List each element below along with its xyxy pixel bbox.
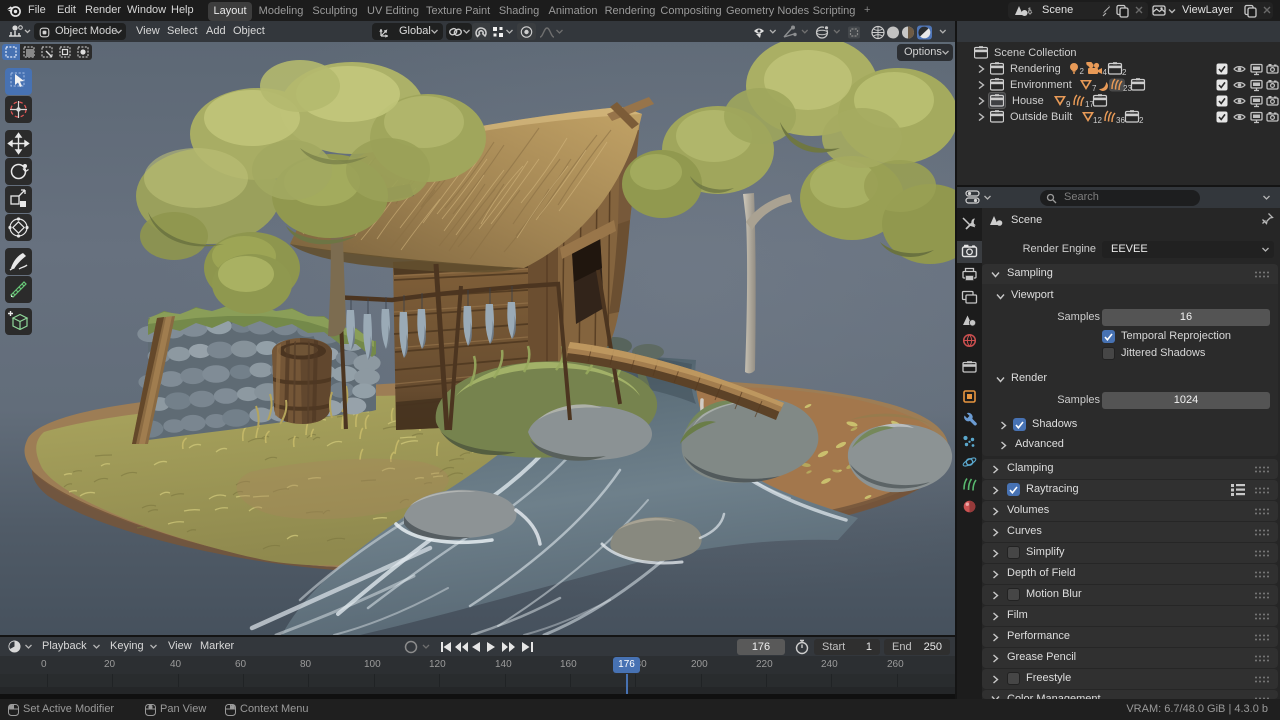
svg-text:2: 2: [1139, 116, 1144, 124]
svg-text:2: 2: [1122, 68, 1127, 76]
svg-text:2: 2: [1080, 67, 1085, 76]
svg-text:4: 4: [1103, 68, 1108, 76]
svg-text:36: 36: [1116, 116, 1125, 124]
svg-text:12: 12: [1093, 116, 1102, 124]
svg-text:9: 9: [1066, 100, 1071, 108]
svg-text:7: 7: [1092, 84, 1097, 92]
